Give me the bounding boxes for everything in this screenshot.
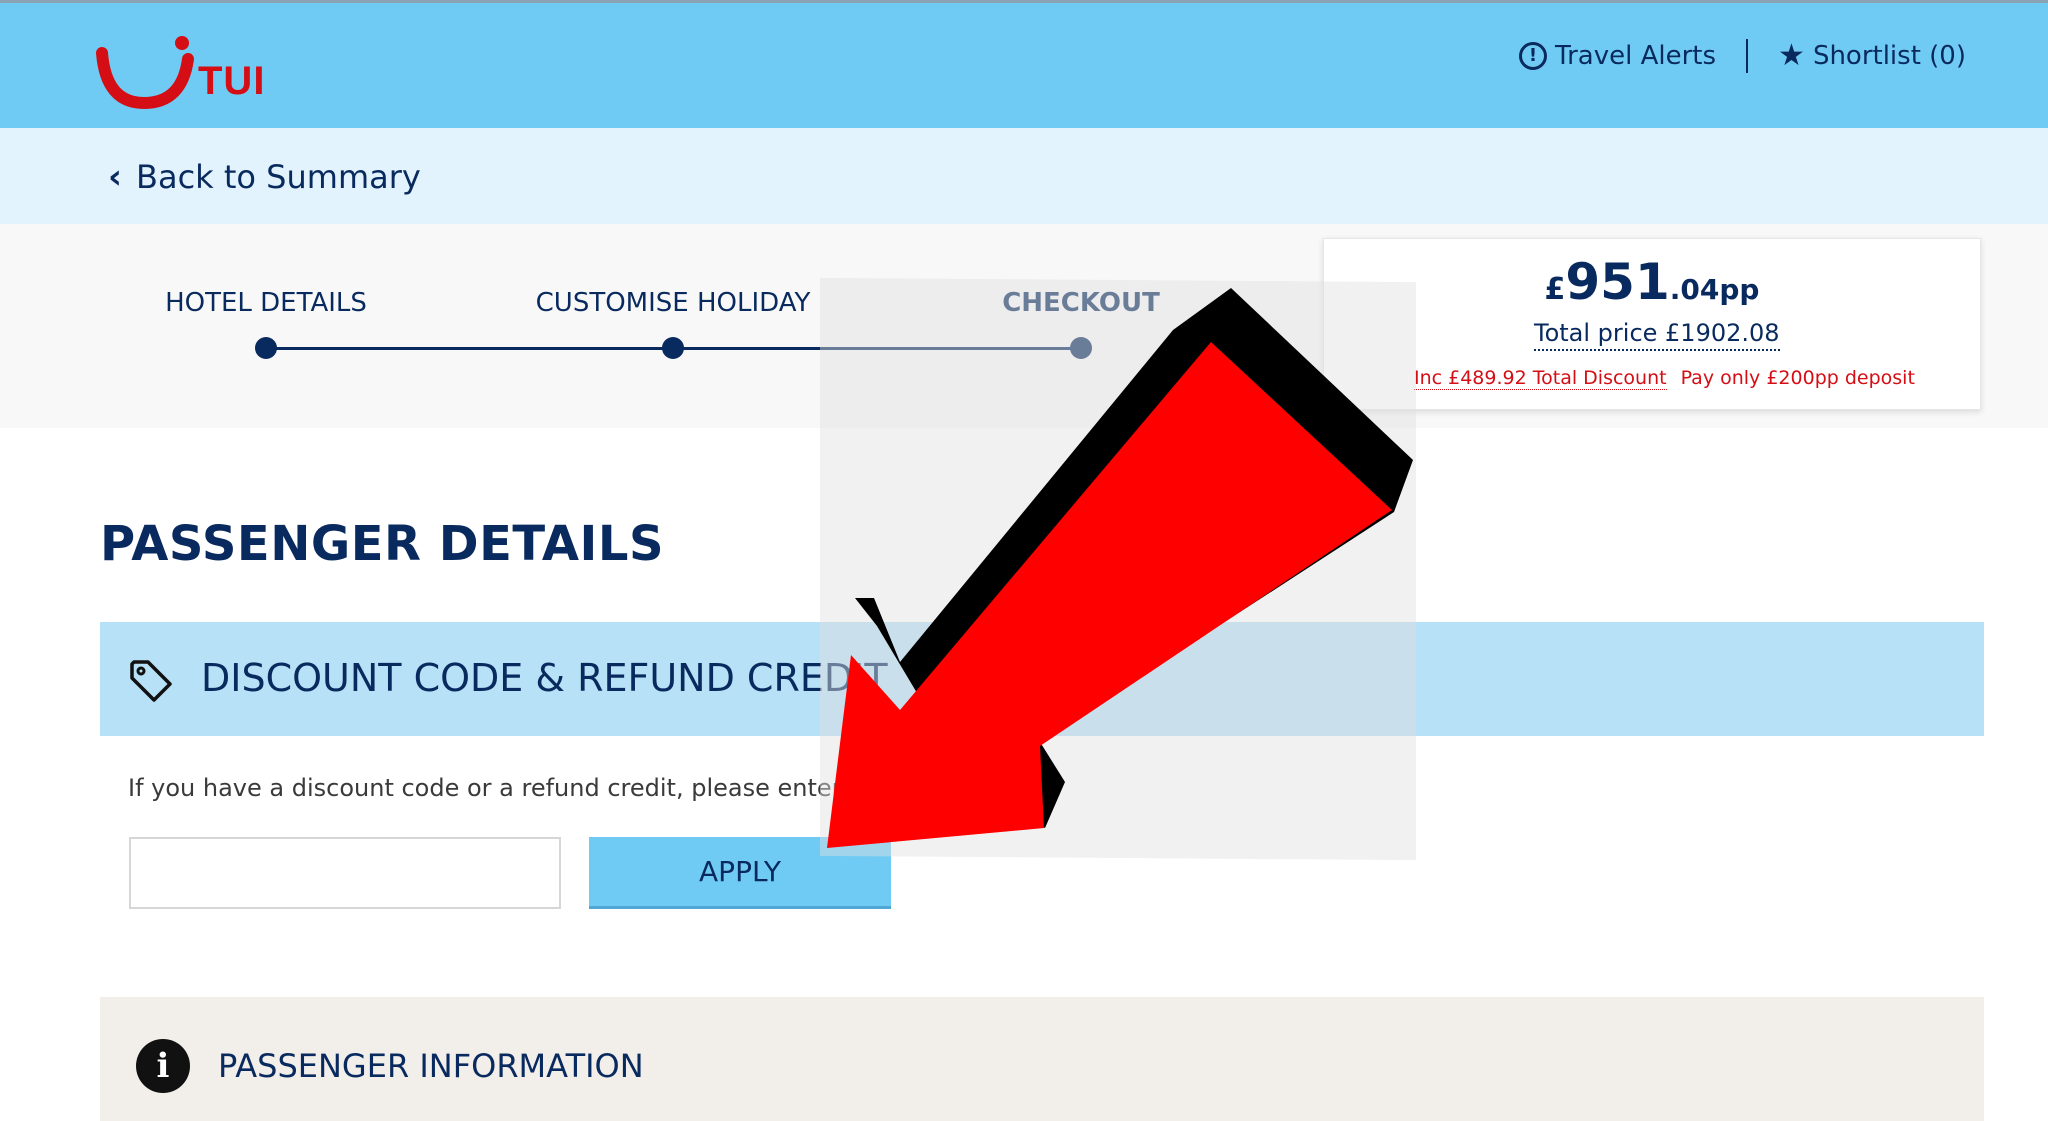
discount-section-header: DISCOUNT CODE & REFUND CREDIT (100, 622, 1984, 736)
shortlist-link[interactable]: ★ Shortlist (0) (1778, 38, 1966, 73)
step-checkout: CHECKOUT (1002, 288, 1160, 318)
tag-icon (130, 660, 172, 702)
price-unit: pp (1719, 273, 1760, 306)
travel-alerts-link[interactable]: ! Travel Alerts (1519, 41, 1716, 71)
price-currency: £ (1544, 272, 1566, 307)
total-price-link[interactable]: Total price £1902.08 (1534, 319, 1780, 351)
price-notes: Inc £489.92 Total Discount Pay only £200… (1414, 367, 1915, 390)
discount-hint-text: If you have a discount code or a refund … (128, 774, 903, 802)
apply-button[interactable]: APPLY (589, 837, 891, 909)
header-divider (1746, 39, 1749, 73)
passenger-information-header[interactable]: i PASSENGER INFORMATION (100, 997, 1984, 1121)
step-dot-customise-holiday (662, 337, 684, 359)
price-whole: 951 (1565, 253, 1670, 311)
shortlist-label: Shortlist (0) (1812, 41, 1966, 71)
deposit-note: Pay only £200pp deposit (1680, 367, 1915, 389)
price-summary-card: £951.04pp Total price £1902.08 Inc £489.… (1323, 238, 1981, 410)
tui-logo-text: TUI (198, 59, 266, 103)
step-dot-hotel-details (255, 337, 277, 359)
info-icon: i (136, 1039, 190, 1093)
back-bar: ‹ Back to Summary (0, 128, 2048, 224)
passenger-information-title: PASSENGER INFORMATION (218, 1047, 644, 1085)
header-links: ! Travel Alerts ★ Shortlist (0) (1519, 39, 1966, 73)
step-customise-holiday[interactable]: CUSTOMISE HOLIDAY (536, 288, 811, 318)
total-discount-link[interactable]: Inc £489.92 Total Discount (1414, 367, 1667, 390)
step-hotel-details[interactable]: HOTEL DETAILS (165, 288, 367, 318)
star-icon: ★ (1778, 38, 1805, 73)
step-dot-checkout (1070, 337, 1092, 359)
page-title: PASSENGER DETAILS (100, 516, 665, 572)
discount-code-input[interactable] (129, 837, 561, 909)
travel-alerts-label: Travel Alerts (1555, 41, 1717, 71)
top-header: TUI ! Travel Alerts ★ Shortlist (0) (0, 0, 2048, 128)
back-to-summary-label: Back to Summary (136, 158, 421, 196)
price-per-person: £951.04pp (1324, 253, 1980, 311)
chevron-left-icon: ‹ (108, 157, 123, 197)
discount-section-title: DISCOUNT CODE & REFUND CREDIT (201, 656, 888, 700)
back-to-summary-link[interactable]: ‹ Back to Summary (108, 158, 421, 196)
price-fraction: .04 (1669, 273, 1720, 306)
alert-circle-icon: ! (1519, 42, 1548, 70)
